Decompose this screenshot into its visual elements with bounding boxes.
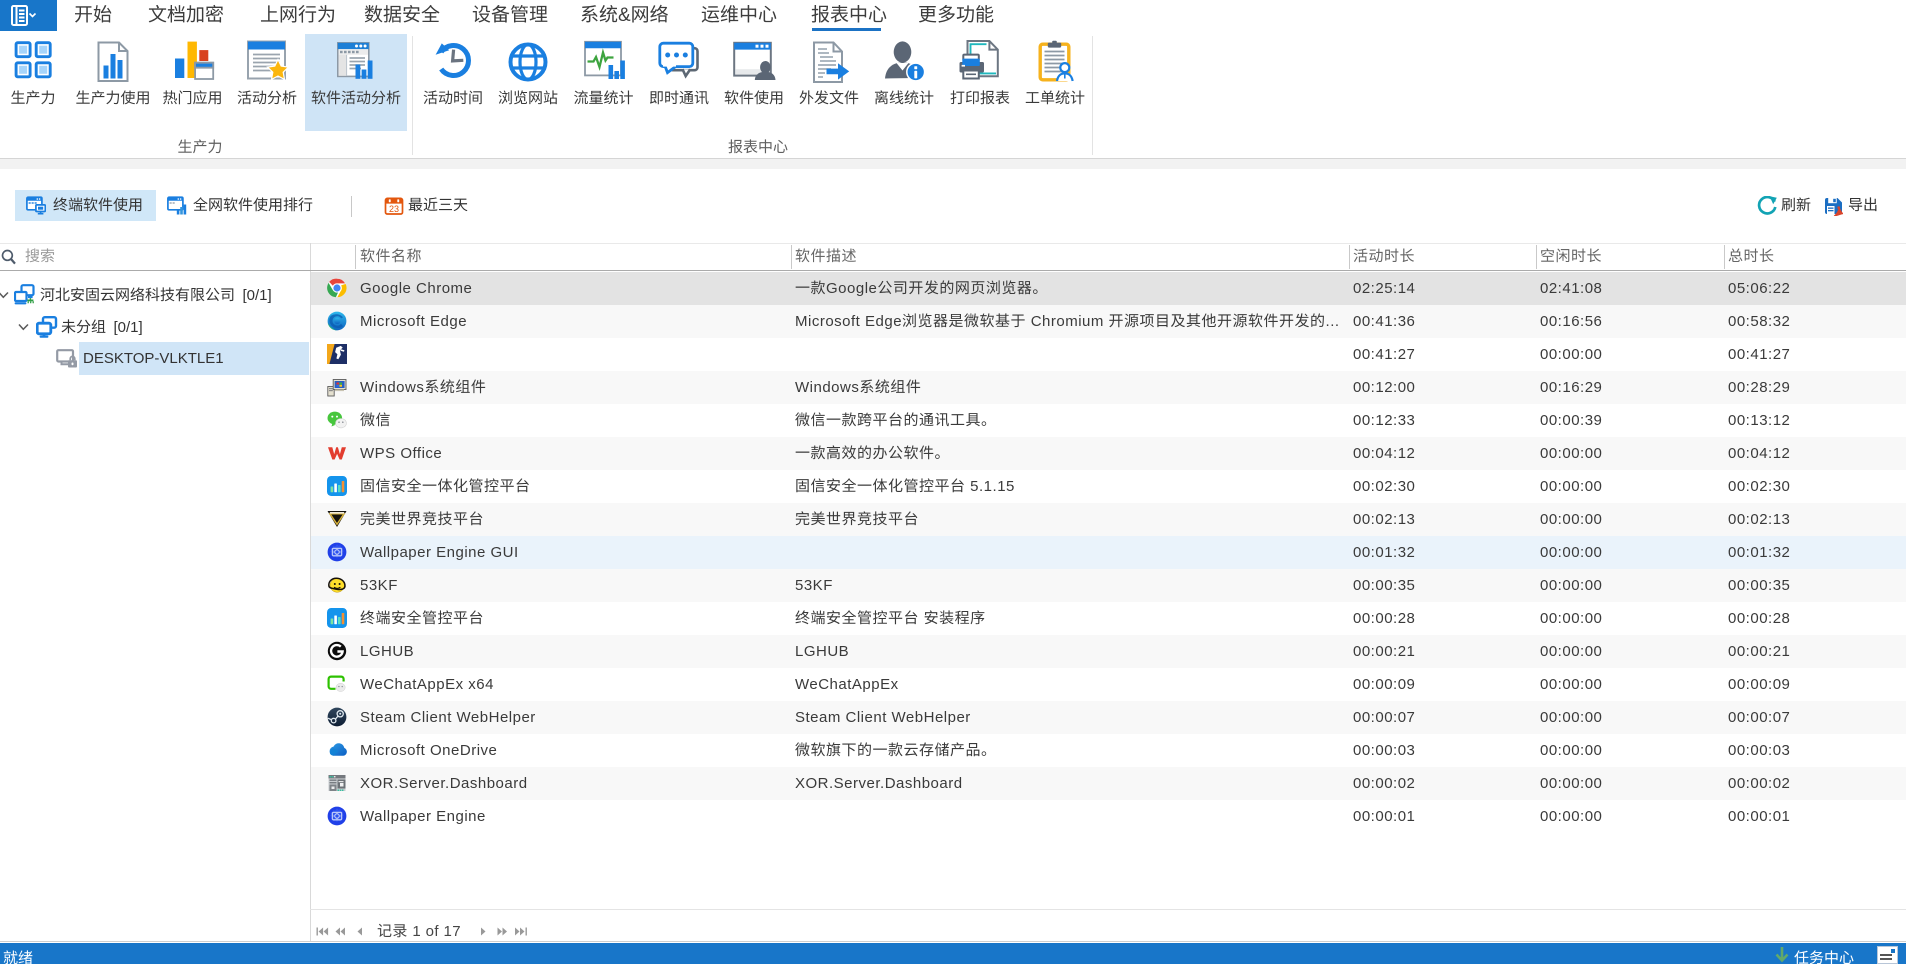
svg-text:23: 23 xyxy=(389,204,399,214)
